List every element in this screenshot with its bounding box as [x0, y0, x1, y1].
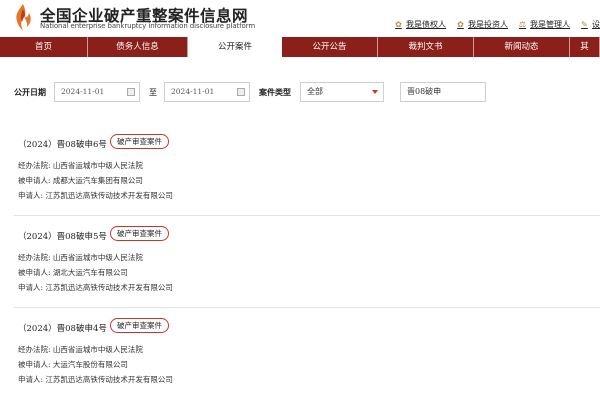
nav-news[interactable]: 新闻动态 [474, 37, 570, 57]
chevron-down-icon [372, 90, 378, 94]
case-type-badge: 破产审查案件 [110, 318, 169, 333]
case-title[interactable]: （2024）晋08破申5号 [18, 230, 107, 242]
main-nav: 首页 债务人信息 公开案件 公开公告 裁判文书 新闻动态 其 [0, 37, 600, 57]
flame-logo-icon[interactable] [14, 3, 32, 31]
case-number-input[interactable]: 晋08破申 [400, 82, 486, 102]
date-to-input[interactable]: 2024-11-01 [164, 82, 250, 102]
calendar-icon[interactable] [237, 88, 245, 96]
case-respondent: 被申请人: 湖北大运汽车有限公司 [18, 268, 128, 277]
case-item: （2024）晋08破申5号 破产审查案件 经办法院: 山西省运城市中级人民法院 … [0, 216, 600, 308]
case-type-label: 案件类型 [259, 87, 291, 97]
case-applicant: 申请人: 江苏凯迅达高铁传动技术开发有限公司 [18, 375, 173, 384]
case-type-badge: 破产审查案件 [110, 226, 169, 241]
manager-link[interactable]: ⚖ 我是管理人 [518, 19, 570, 30]
nav-public-notices[interactable]: 公开公告 [282, 37, 378, 57]
investor-link-label: 我是投资人 [468, 20, 508, 29]
case-type-value: 全部 [307, 87, 323, 96]
case-court: 经办法院: 山西省运城市中级人民法院 [18, 253, 143, 262]
user-role-links: ✿ 我是债权人 ✿ 我是投资人 ⚖ 我是管理人 ✎ 设 [394, 19, 600, 30]
date-label: 公开日期 [14, 87, 46, 97]
case-respondent: 被申请人: 大运汽车股份有限公司 [18, 360, 128, 369]
case-court: 经办法院: 山西省运城市中级人民法院 [18, 161, 143, 170]
search-filter-bar: 公开日期 2024-11-01 至 2024-11-01 案件类型 全部 晋08… [0, 80, 600, 104]
site-subtitle: National enterprise bankruptcy informati… [40, 22, 256, 30]
site-header: 全国企业破产重整案件信息网 National enterprise bankru… [0, 0, 600, 36]
nav-home[interactable]: 首页 [0, 37, 88, 57]
case-item: （2024）晋08破申6号 破产审查案件 经办法院: 山西省运城市中级人民法院 … [0, 124, 600, 216]
case-item: （2024）晋08破申4号 破产审查案件 经办法院: 山西省运城市中级人民法院 … [0, 308, 600, 400]
case-type-select[interactable]: 全部 [300, 82, 384, 102]
case-applicant: 申请人: 江苏凯迅达高铁传动技术开发有限公司 [18, 283, 173, 292]
nav-judgments[interactable]: 裁判文书 [378, 37, 474, 57]
manager-icon: ⚖ [518, 20, 527, 29]
creditor-link-label: 我是债权人 [406, 20, 446, 29]
case-title[interactable]: （2024）晋08破申4号 [18, 322, 107, 334]
nav-debtor-info[interactable]: 债务人信息 [88, 37, 188, 57]
manager-link-label: 我是管理人 [530, 20, 570, 29]
investor-link[interactable]: ✿ 我是投资人 [456, 19, 508, 30]
case-number-value: 晋08破申 [407, 87, 442, 96]
case-applicant: 申请人: 江苏凯迅达高铁传动技术开发有限公司 [18, 191, 173, 200]
date-from-input[interactable]: 2024-11-01 [54, 82, 140, 102]
case-type-badge: 破产审查案件 [110, 134, 169, 149]
nav-public-cases[interactable]: 公开案件 [188, 37, 282, 57]
case-title[interactable]: （2024）晋08破申6号 [18, 138, 107, 150]
investor-icon: ✿ [457, 20, 464, 29]
nav-other[interactable]: 其 [570, 37, 600, 57]
calendar-icon[interactable] [127, 88, 135, 96]
date-to-label: 至 [149, 88, 157, 97]
settings-icon: ✎ [581, 20, 588, 29]
date-to-value: 2024-11-01 [171, 87, 215, 96]
case-respondent: 被申请人: 成都大运汽车集团有限公司 [18, 176, 143, 185]
settings-link[interactable]: ✎ 设 [580, 19, 600, 30]
case-court: 经办法院: 山西省运城市中级人民法院 [18, 345, 143, 354]
date-from-value: 2024-11-01 [61, 87, 105, 96]
creditor-link[interactable]: ✿ 我是债权人 [394, 19, 446, 30]
settings-link-label: 设 [592, 20, 600, 29]
creditor-icon: ✿ [395, 20, 402, 29]
